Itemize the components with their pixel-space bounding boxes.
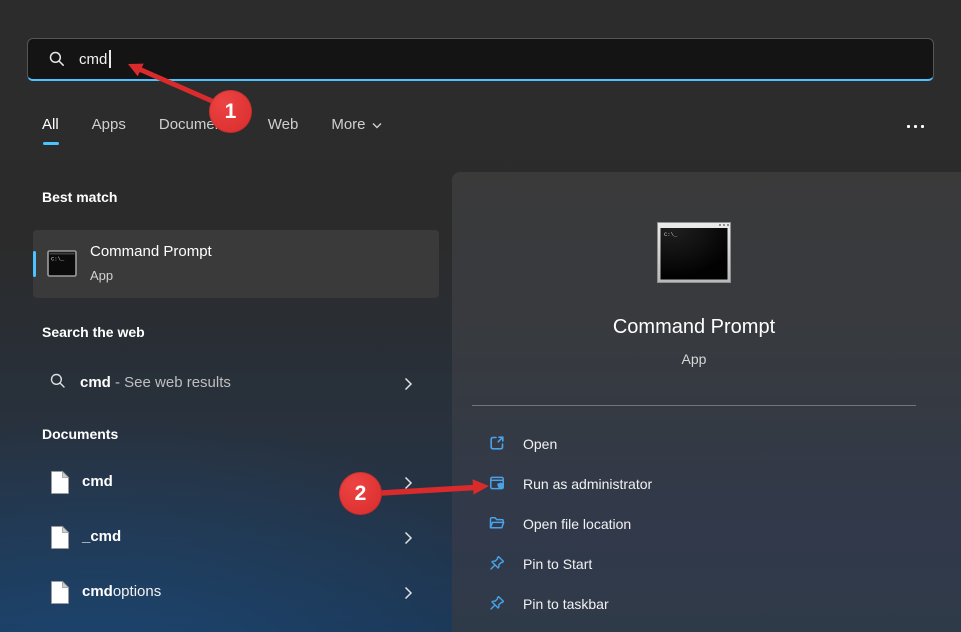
action-open-file-location[interactable]: Open file location (452, 503, 936, 543)
tab-web[interactable]: Web (268, 116, 299, 133)
action-list: Open Run as administrator (452, 423, 936, 623)
pin-icon (488, 594, 506, 617)
chevron-right-icon (404, 476, 413, 495)
action-pin-to-start[interactable]: Pin to Start (452, 543, 936, 583)
action-run-as-administrator[interactable]: Run as administrator (452, 463, 936, 503)
result-subtitle: App (90, 268, 113, 283)
document-icon (50, 525, 70, 555)
more-options-button[interactable] (897, 114, 933, 138)
open-external-icon (488, 434, 506, 457)
document-result-cmdoptions[interactable]: cmdoptions (33, 571, 439, 615)
web-query-text: cmd (80, 374, 111, 391)
annotation-step-2: 2 (339, 472, 382, 515)
tab-more[interactable]: More (331, 116, 381, 133)
chevron-right-icon (404, 586, 413, 605)
preview-panel: C:\_ Command Prompt App Open (452, 172, 961, 632)
active-tab-underline (43, 142, 59, 145)
search-query-text: cmd (79, 51, 107, 68)
document-icon (50, 470, 70, 500)
pin-icon (488, 554, 506, 577)
tab-apps[interactable]: Apps (92, 116, 126, 133)
shield-window-icon (488, 474, 506, 497)
ellipsis-icon (907, 125, 910, 128)
chevron-right-icon (404, 377, 413, 396)
document-result-underscore-cmd[interactable]: _cmd (33, 516, 439, 560)
search-icon (49, 372, 67, 395)
annotation-step-1: 1 (209, 90, 252, 133)
thumbnail-prompt-text: C:\_ (664, 231, 678, 238)
search-input[interactable]: cmd (27, 38, 934, 81)
web-result-suffix: - See web results (111, 374, 231, 391)
best-match-result-command-prompt[interactable]: C:\_ Command Prompt App (33, 230, 439, 298)
windows-search-panel: cmd All Apps Documents Web More Best mat… (0, 0, 961, 632)
chevron-right-icon (404, 531, 413, 550)
svg-text:C:\_: C:\_ (51, 256, 65, 263)
web-result-cmd[interactable]: cmd - See web results (33, 362, 439, 406)
action-pin-to-taskbar[interactable]: Pin to taskbar (452, 583, 936, 623)
command-prompt-icon: C:\_ (47, 250, 77, 282)
command-prompt-window-icon: C:\_ (657, 222, 731, 288)
document-icon (50, 580, 70, 610)
result-title: Command Prompt (90, 243, 212, 260)
preview-app-title: Command Prompt (452, 316, 936, 339)
search-web-heading: Search the web (42, 324, 145, 340)
text-cursor (109, 50, 111, 68)
preview-app-subtitle: App (452, 351, 936, 367)
folder-icon (488, 514, 506, 537)
best-match-heading: Best match (42, 189, 117, 205)
selection-accent-bar (33, 251, 36, 277)
panel-divider (472, 405, 916, 406)
tab-all[interactable]: All (42, 116, 59, 133)
documents-heading: Documents (42, 426, 118, 442)
chevron-down-icon (372, 116, 382, 133)
action-open[interactable]: Open (452, 423, 936, 463)
search-icon (48, 50, 66, 68)
